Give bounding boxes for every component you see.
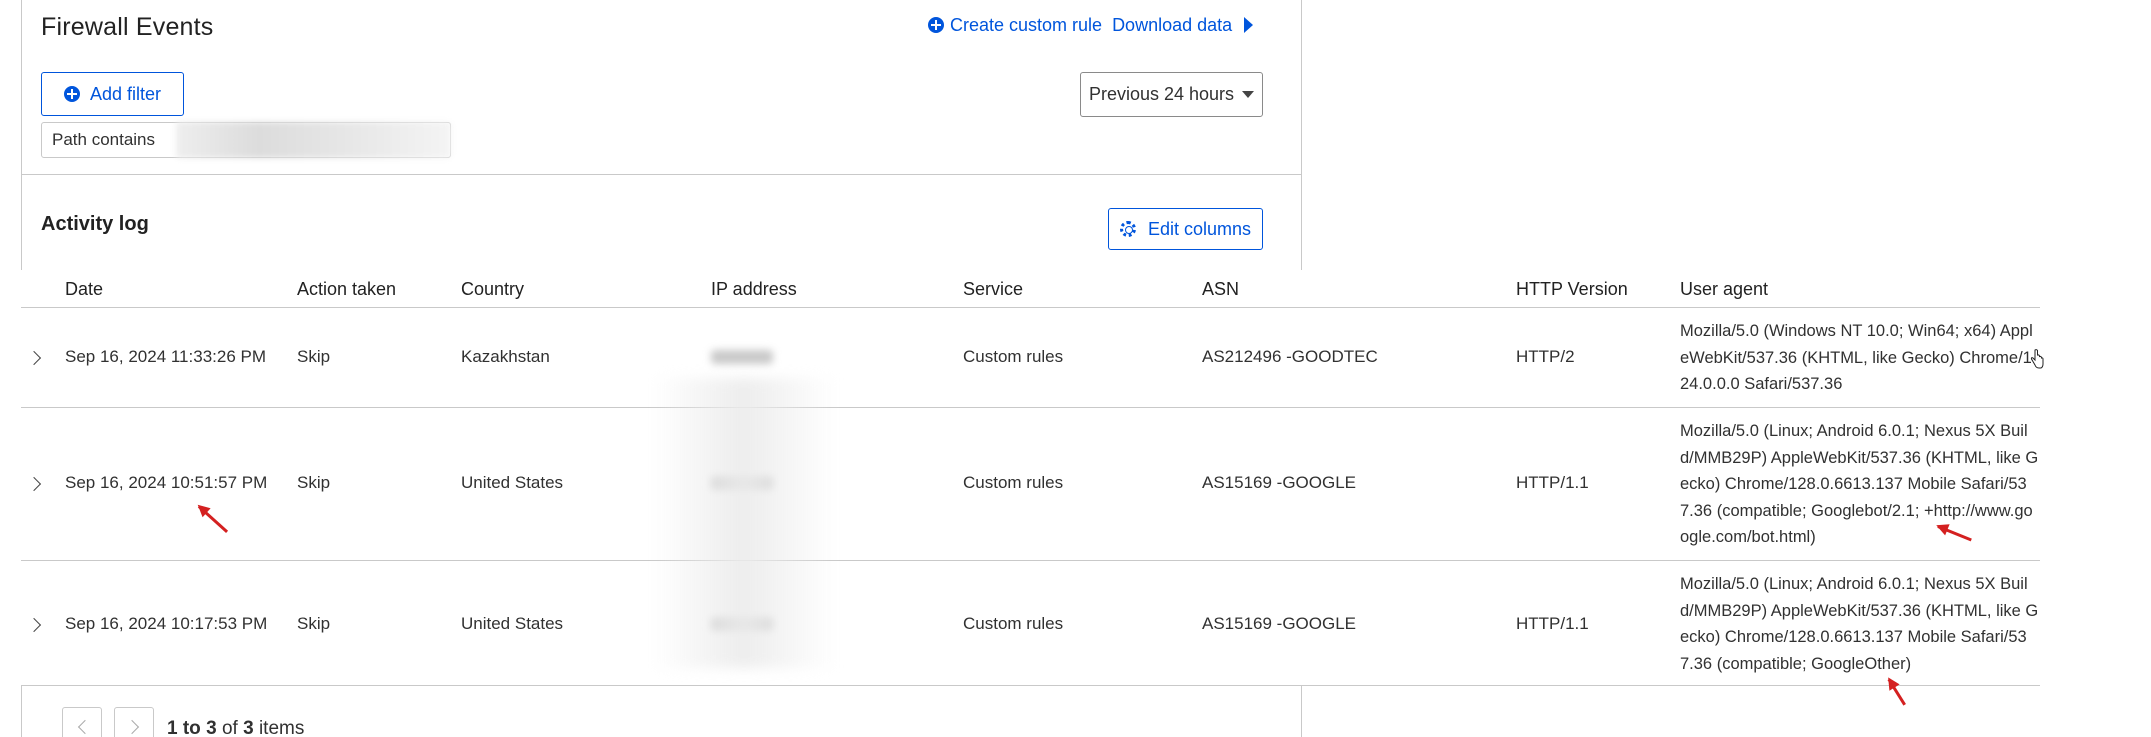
card-divider bbox=[22, 174, 1301, 175]
cell-asn: AS15169 -GOOGLE bbox=[1202, 614, 1357, 633]
cell-user-agent: Mozilla/5.0 (Windows NT 10.0; Win64; x64… bbox=[1680, 322, 2033, 393]
download-data-label: Download data bbox=[1112, 14, 1233, 35]
range-to: to bbox=[182, 718, 201, 737]
next-page-button[interactable] bbox=[114, 707, 154, 737]
create-custom-rule-label: Create custom rule bbox=[950, 14, 1103, 35]
cell-country: Kazakhstan bbox=[461, 347, 550, 366]
cell-service: Custom rules bbox=[963, 614, 1064, 633]
cell-http-version: HTTP/2 bbox=[1516, 347, 1575, 366]
add-filter-button[interactable]: Add filter bbox=[41, 72, 184, 116]
column-header-date[interactable]: Date bbox=[65, 279, 103, 300]
items-label: items bbox=[258, 718, 305, 737]
column-header-action[interactable]: Action taken bbox=[297, 279, 396, 300]
table-header: Date Action taken Country IP address Ser… bbox=[21, 270, 2040, 308]
column-header-ip-address[interactable]: IP address bbox=[711, 279, 797, 300]
chevron-down-icon bbox=[1242, 91, 1255, 98]
activity-log-title: Activity log bbox=[41, 213, 149, 235]
total-items: 3 bbox=[243, 718, 254, 737]
activity-table: Date Action taken Country IP address Ser… bbox=[21, 270, 2040, 686]
cell-service: Custom rules bbox=[963, 347, 1064, 366]
caret-right-icon bbox=[1244, 17, 1254, 33]
cell-date: Sep 16, 2024 11:33:26 PM bbox=[65, 347, 267, 366]
cell-asn: AS212496 -GOODTEC bbox=[1202, 347, 1378, 366]
plus-circle-icon bbox=[928, 17, 944, 33]
range-of: of bbox=[221, 718, 238, 737]
redacted-ip-address bbox=[711, 350, 773, 364]
cell-action: Skip bbox=[297, 347, 331, 366]
column-header-user-agent[interactable]: User agent bbox=[1680, 279, 1768, 300]
cell-http-version: HTTP/1.1 bbox=[1516, 614, 1589, 633]
cell-country: United States bbox=[461, 614, 564, 633]
time-range-value: Previous 24 hours bbox=[1088, 84, 1235, 104]
range-start: 1 bbox=[167, 718, 178, 737]
column-header-asn[interactable]: ASN bbox=[1202, 279, 1239, 300]
cell-action: Skip bbox=[297, 614, 331, 633]
redacted-ip-address bbox=[711, 476, 773, 490]
header-actions: Create custom rule Download data bbox=[928, 12, 1254, 38]
column-header-country[interactable]: Country bbox=[461, 279, 524, 300]
add-filter-label: Add filter bbox=[89, 83, 162, 104]
cell-user-agent: Mozilla/5.0 (Linux; Android 6.0.1; Nexus… bbox=[1680, 422, 2039, 546]
previous-page-button[interactable] bbox=[62, 707, 102, 737]
cell-action: Skip bbox=[297, 473, 331, 492]
cell-user-agent: Mozilla/5.0 (Linux; Android 6.0.1; Nexus… bbox=[1680, 575, 2039, 673]
range-end: 3 bbox=[206, 718, 217, 737]
redacted-ip-address bbox=[711, 617, 773, 631]
download-data-link[interactable]: Download data bbox=[1112, 14, 1254, 36]
cell-asn: AS15169 -GOOGLE bbox=[1202, 473, 1357, 492]
redacted-filter-value bbox=[176, 122, 451, 158]
cell-http-version: HTTP/1.1 bbox=[1516, 473, 1589, 492]
cell-country: United States bbox=[461, 473, 564, 492]
column-header-http-version[interactable]: HTTP Version bbox=[1516, 279, 1628, 300]
plus-circle-icon bbox=[63, 86, 80, 102]
edit-columns-button[interactable]: Edit columns bbox=[1108, 208, 1263, 250]
hand-cursor-icon bbox=[2030, 349, 2044, 369]
cell-date: Sep 16, 2024 10:51:57 PM bbox=[65, 473, 268, 492]
gear-icon bbox=[1119, 221, 1136, 237]
edit-columns-label: Edit columns bbox=[1147, 218, 1252, 239]
filter-chip-label: Path contains bbox=[52, 130, 156, 149]
chevron-right-icon[interactable] bbox=[26, 617, 42, 633]
time-range-select[interactable]: Previous 24 hours bbox=[1080, 72, 1263, 117]
cell-service: Custom rules bbox=[963, 473, 1064, 492]
chevron-right-icon[interactable] bbox=[26, 350, 42, 366]
chevron-right-icon[interactable] bbox=[26, 476, 42, 492]
table-row[interactable]: Sep 16, 2024 10:51:57 PM Skip United Sta… bbox=[21, 408, 2040, 561]
page-title: Firewall Events bbox=[41, 13, 214, 41]
chevron-right-icon bbox=[124, 719, 140, 735]
pagination-summary: 1 to 3 of 3 items bbox=[167, 718, 304, 737]
table-row[interactable]: Sep 16, 2024 10:17:53 PM Skip United Sta… bbox=[21, 561, 2040, 686]
table-row[interactable]: Sep 16, 2024 11:33:26 PM Skip Kazakhstan… bbox=[21, 308, 2040, 408]
cell-date: Sep 16, 2024 10:17:53 PM bbox=[65, 614, 268, 633]
create-custom-rule-link[interactable]: Create custom rule bbox=[928, 15, 1102, 36]
column-header-service[interactable]: Service bbox=[963, 279, 1023, 300]
chevron-left-icon bbox=[77, 719, 93, 735]
